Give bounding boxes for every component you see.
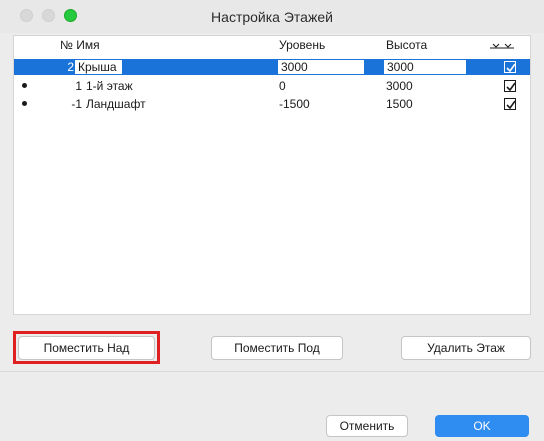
column-header-num-name[interactable]: № Имя	[60, 38, 100, 54]
table-row[interactable]: -1 Ландшафт -1500 1500	[14, 96, 530, 112]
floor-settings-window: Настройка Этажей № Имя Уровень Высота 2 …	[0, 0, 544, 441]
place-below-button[interactable]: Поместить Под	[211, 336, 343, 360]
floor-level: -1500	[279, 97, 310, 111]
window-title: Настройка Этажей	[211, 9, 333, 25]
floor-name: 1-й этаж	[86, 79, 133, 93]
checkmark-icon	[506, 63, 516, 73]
floors-table: № Имя Уровень Высота 2 Крыша 3000 3000 1…	[13, 35, 531, 315]
show-floor-checkbox[interactable]	[504, 80, 516, 92]
floor-number: -1	[71, 97, 82, 111]
checkmark-icon	[506, 82, 516, 92]
floor-level: 0	[279, 79, 286, 93]
divider	[0, 371, 544, 372]
floor-number: 2	[67, 60, 74, 74]
column-header-height[interactable]: Высота	[386, 38, 427, 54]
floor-height: 3000	[386, 79, 413, 93]
floor-name-input[interactable]: Крыша	[75, 60, 122, 74]
table-row[interactable]: 2 Крыша 3000 3000	[14, 59, 530, 75]
show-floor-checkbox[interactable]	[504, 98, 516, 110]
column-header-level[interactable]: Уровень	[279, 38, 325, 54]
show-floor-checkbox[interactable]	[504, 61, 516, 73]
title-bar: Настройка Этажей	[0, 0, 544, 33]
table-row[interactable]: 1 1-й этаж 0 3000	[14, 78, 530, 94]
ok-button[interactable]: OK	[435, 415, 529, 437]
cancel-button[interactable]: Отменить	[326, 415, 408, 437]
floor-level-input[interactable]: 3000	[276, 60, 364, 74]
show-in-3d-column-icon[interactable]	[489, 40, 515, 50]
floor-bullet-icon	[22, 83, 27, 88]
floor-height: 1500	[386, 97, 413, 111]
floor-number: 1	[75, 79, 82, 93]
highlight-box	[13, 331, 160, 364]
floor-name: Ландшафт	[86, 97, 146, 111]
floor-height-input[interactable]: 3000	[382, 60, 466, 74]
checkmark-icon	[506, 100, 516, 110]
delete-floor-button[interactable]: Удалить Этаж	[401, 336, 531, 360]
floor-bullet-icon	[22, 101, 27, 106]
